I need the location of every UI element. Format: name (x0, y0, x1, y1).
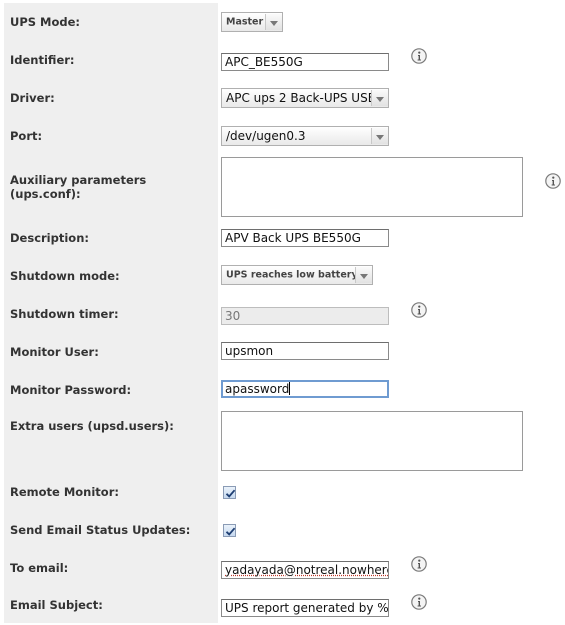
shutdown-mode-label: Shutdown mode: (4, 257, 218, 295)
shutdown-timer-input: 30 (221, 307, 389, 325)
row-monitor-user: Monitor User: upsmon (0, 333, 565, 371)
row-to-email: To email: yadayada@notreal.nowhere (0, 549, 565, 587)
info-icon[interactable] (411, 48, 427, 64)
port-label: Port: (4, 117, 218, 155)
ups-mode-value: Master (226, 16, 264, 28)
email-subject-input[interactable]: UPS report generated by %h (221, 599, 389, 617)
info-icon[interactable] (411, 594, 427, 610)
info-icon[interactable] (545, 173, 561, 189)
monitor-password-input[interactable]: apassword (221, 380, 389, 398)
chevron-down-icon (265, 14, 282, 30)
row-shutdown-mode: Shutdown mode: UPS reaches low battery (0, 257, 565, 295)
to-email-label: To email: (4, 549, 218, 587)
remote-monitor-checkbox[interactable] (223, 486, 236, 499)
monitor-password-label: Monitor Password: (4, 371, 218, 409)
description-input[interactable]: APV Back UPS BE550G (221, 229, 389, 247)
aux-params-label: Auxiliary parameters (ups.conf): (4, 155, 218, 219)
row-email-subject: Email Subject: UPS report generated by %… (0, 587, 565, 623)
remote-monitor-label: Remote Monitor: (4, 473, 218, 511)
send-email-label: Send Email Status Updates: (4, 511, 218, 549)
chevron-down-icon (355, 267, 372, 283)
ups-mode-select[interactable]: Master (221, 12, 283, 32)
monitor-user-input[interactable]: upsmon (221, 342, 389, 360)
extra-users-textarea[interactable] (221, 411, 523, 471)
row-port: Port: /dev/ugen0.3 (0, 117, 565, 155)
checkmark-icon (225, 527, 236, 536)
row-driver: Driver: APC ups 2 Back-UPS USB (0, 79, 565, 117)
shutdown-timer-label: Shutdown timer: (4, 295, 218, 333)
driver-label: Driver: (4, 79, 218, 117)
info-icon[interactable] (411, 556, 427, 572)
checkmark-icon (225, 489, 236, 498)
identifier-label: Identifier: (4, 41, 218, 79)
info-icon[interactable] (411, 302, 427, 318)
row-aux-params: Auxiliary parameters (ups.conf): (0, 155, 565, 219)
identifier-input[interactable]: APC_BE550G (221, 53, 389, 71)
row-description: Description: APV Back UPS BE550G (0, 219, 565, 257)
aux-params-textarea[interactable] (221, 157, 523, 217)
row-remote-monitor: Remote Monitor: (0, 473, 565, 511)
email-subject-label: Email Subject: (4, 587, 218, 623)
shutdown-mode-value: UPS reaches low battery (226, 269, 358, 281)
monitor-user-label: Monitor User: (4, 333, 218, 371)
extra-users-label: Extra users (upsd.users): (4, 409, 218, 473)
chevron-down-icon (371, 128, 388, 144)
chevron-down-icon (371, 90, 388, 106)
port-select[interactable]: /dev/ugen0.3 (221, 126, 389, 146)
monitor-password-value: apassword (225, 382, 290, 396)
row-send-email: Send Email Status Updates: (0, 511, 565, 549)
row-identifier: Identifier: APC_BE550G (0, 41, 565, 79)
to-email-input[interactable]: yadayada@notreal.nowhere (221, 561, 389, 579)
port-value: /dev/ugen0.3 (226, 129, 306, 143)
text-cursor (289, 382, 291, 395)
description-label: Description: (4, 219, 218, 257)
shutdown-mode-select[interactable]: UPS reaches low battery (221, 265, 373, 285)
row-monitor-password: Monitor Password: apassword (0, 371, 565, 409)
driver-value: APC ups 2 Back-UPS USB (226, 91, 376, 105)
to-email-value: yadayada@notreal.nowhere (225, 563, 389, 577)
send-email-checkbox[interactable] (223, 524, 236, 537)
ups-mode-label: UPS Mode: (4, 3, 218, 41)
row-shutdown-timer: Shutdown timer: 30 (0, 295, 565, 333)
row-extra-users: Extra users (upsd.users): (0, 409, 565, 473)
row-ups-mode: UPS Mode: Master (0, 3, 565, 41)
driver-select[interactable]: APC ups 2 Back-UPS USB (221, 88, 389, 108)
